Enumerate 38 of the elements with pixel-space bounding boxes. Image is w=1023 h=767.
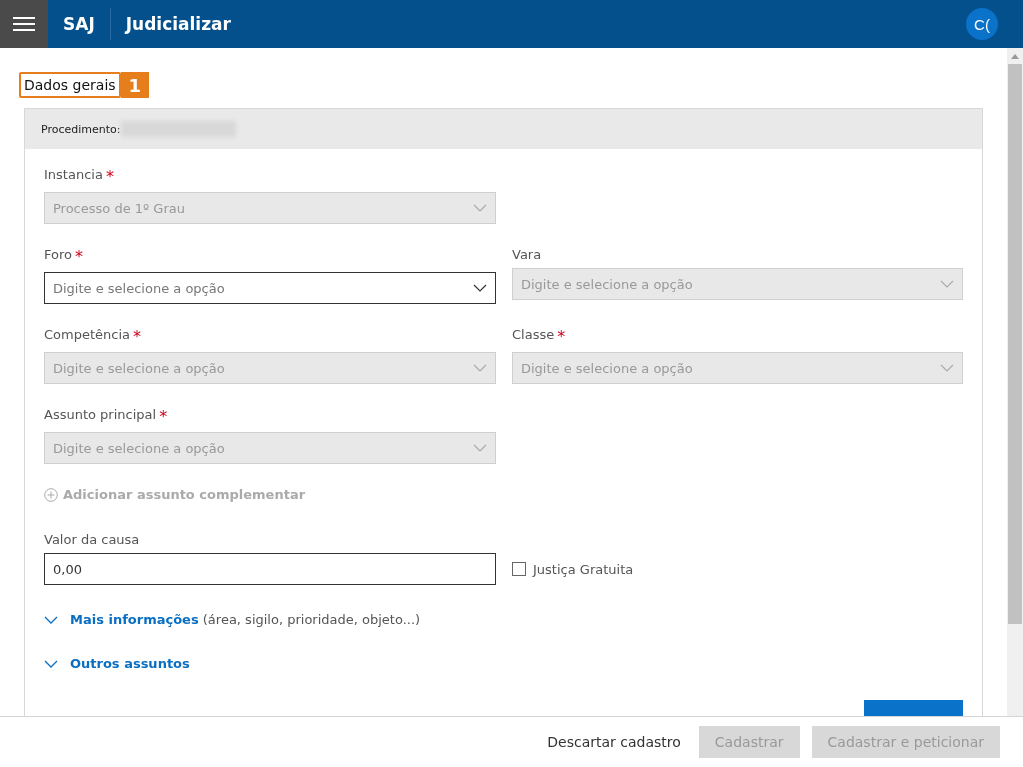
plus-circle-icon — [44, 487, 58, 502]
section-title: Dados gerais — [19, 72, 121, 98]
required-mark: * — [105, 167, 114, 186]
field-label: Assunto principal — [44, 407, 157, 424]
step-badge: 1 — [120, 72, 150, 98]
chevron-down-icon — [473, 364, 487, 372]
required-mark: * — [133, 327, 141, 346]
field-label: Valor da causa — [44, 532, 141, 547]
select-field[interactable]: Digite e selecione a opção — [44, 272, 496, 304]
field-label: Competência — [44, 327, 130, 344]
discard-button[interactable]: Descartar cadastro — [541, 733, 687, 751]
chevron-down-icon — [473, 284, 487, 292]
menu-icon — [13, 17, 35, 31]
expander-link[interactable]: Mais informações (área, sigilo, prioridade, objeto...) — [70, 612, 421, 627]
free-justice-checkbox[interactable]: Justiça Gratuita — [512, 553, 963, 585]
scrollbar[interactable] — [1007, 48, 1023, 716]
user-avatar[interactable]: C( — [966, 8, 998, 40]
app-title: Judicializar — [125, 14, 231, 34]
scroll-up-icon — [1011, 54, 1019, 59]
field-label: Vara — [512, 247, 542, 262]
chevron-down-icon — [940, 364, 954, 372]
chevron-down-icon — [940, 280, 954, 288]
brand-logo: SAJ — [63, 14, 95, 34]
chevron-down-icon — [473, 444, 487, 452]
checkbox-label: Justiça Gratuita — [533, 561, 634, 577]
field-label: Classe — [512, 327, 555, 344]
required-mark: * — [159, 407, 168, 426]
required-mark: * — [557, 327, 566, 346]
procedimento-label: Procedimento: — [41, 122, 121, 136]
field-label: Instancia — [44, 167, 103, 184]
required-mark: * — [75, 247, 83, 266]
field-label: Foro — [44, 247, 72, 264]
scroll-thumb[interactable] — [1008, 64, 1022, 624]
value-input[interactable]: 0,00 — [44, 553, 496, 585]
chevron-down-icon — [473, 204, 487, 212]
checkbox[interactable] — [512, 562, 526, 576]
expander-link[interactable]: Outros assuntos — [70, 656, 190, 671]
menu-button[interactable] — [0, 0, 48, 48]
